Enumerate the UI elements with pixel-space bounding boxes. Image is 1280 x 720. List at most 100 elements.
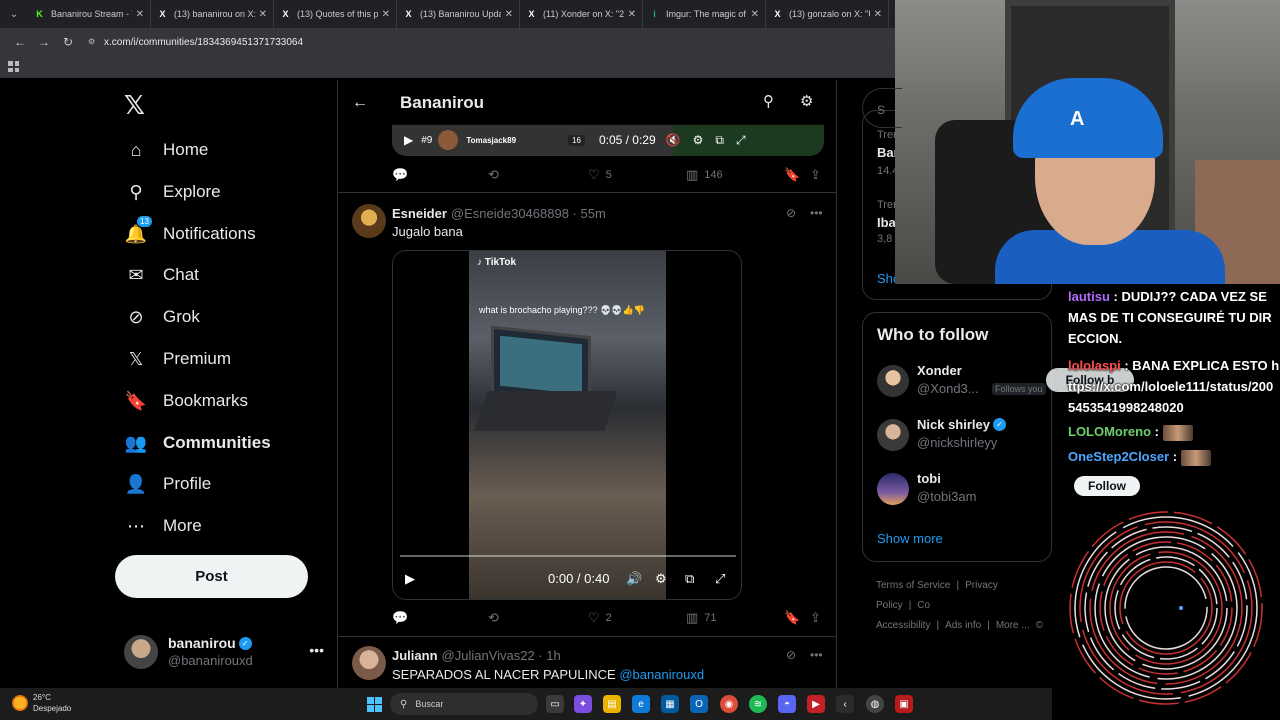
- avatar[interactable]: [352, 204, 386, 238]
- app-icon[interactable]: ▣: [895, 695, 913, 713]
- reply-button[interactable]: 💬: [392, 167, 414, 183]
- app-icon[interactable]: ‹: [836, 695, 854, 713]
- account-switcher[interactable]: bananirou ✓ @bananirouxd •••: [124, 632, 324, 672]
- footer-link[interactable]: Terms of Service: [876, 580, 950, 591]
- sidebar-item-more[interactable]: ⋯ More: [124, 506, 202, 546]
- close-icon[interactable]: ✕: [751, 9, 759, 20]
- more-dots-icon[interactable]: •••: [309, 642, 324, 658]
- pip-icon[interactable]: ⧉: [685, 571, 694, 587]
- chat-username[interactable]: lololaspi: [1068, 358, 1121, 373]
- tweet-author[interactable]: Esneider: [392, 206, 447, 221]
- browser-tab[interactable]: X (13) Quotes of this p ✕: [274, 0, 397, 28]
- mention-link[interactable]: @bananirouxd: [619, 667, 704, 682]
- video-player[interactable]: ♪ TikTok what is brochacho playing??? 💀💀…: [392, 250, 742, 600]
- bookmark-button[interactable]: 🔖: [784, 610, 806, 626]
- follow-suggestion[interactable]: Xonder @Xond3... Follows you: [877, 363, 1053, 403]
- footer-link[interactable]: Ads info: [945, 620, 981, 631]
- close-icon[interactable]: ✕: [382, 9, 390, 20]
- back-arrow-icon[interactable]: ←: [352, 94, 368, 112]
- avatar[interactable]: [877, 419, 909, 451]
- post-button[interactable]: Post: [115, 555, 308, 598]
- tweet-author[interactable]: Juliann: [392, 648, 438, 663]
- volume-icon[interactable]: 🔊: [626, 571, 642, 587]
- footer-link[interactable]: More ...: [996, 620, 1030, 631]
- play-icon[interactable]: ▶: [404, 133, 413, 147]
- fullscreen-icon[interactable]: ⤢: [715, 571, 725, 587]
- bookmark-button[interactable]: 🔖: [784, 167, 806, 183]
- sidebar-item-chat[interactable]: ✉ Chat: [124, 255, 198, 295]
- avatar[interactable]: [877, 473, 909, 505]
- retweet-button[interactable]: ⟲: [488, 610, 505, 626]
- follow-name[interactable]: Nick shirley ✓: [917, 417, 1006, 432]
- x-logo-icon[interactable]: 𝕏: [124, 90, 145, 121]
- share-button[interactable]: ⇪: [810, 167, 827, 183]
- chrome-icon[interactable]: ◉: [720, 695, 738, 713]
- folder-icon[interactable]: ▤: [603, 695, 621, 713]
- footer-link[interactable]: ©: [1036, 620, 1043, 631]
- url-field[interactable]: ⚙ x.com/i/communities/1834369451371733064: [88, 37, 303, 48]
- play-icon[interactable]: ▶: [405, 571, 415, 587]
- share-button[interactable]: ⇪: [810, 610, 827, 626]
- sidebar-item-profile[interactable]: 👤 Profile: [124, 464, 211, 504]
- sidebar-item-notifications[interactable]: 🔔 13 Notifications: [124, 214, 256, 254]
- more-dots-icon[interactable]: •••: [810, 648, 823, 662]
- browser-tab[interactable]: i Imgur: The magic of ✕: [643, 0, 766, 28]
- tweet-handle[interactable]: @JulianVivas22 · 1h: [442, 648, 561, 663]
- taskbar-search[interactable]: ⚲ Buscar: [390, 693, 538, 715]
- follow-suggestion[interactable]: tobi @tobi3am: [877, 471, 1053, 511]
- chat-username[interactable]: OneStep2Closer: [1068, 449, 1169, 464]
- app-icon[interactable]: ▶: [807, 695, 825, 713]
- retweet-button[interactable]: ⟲: [488, 167, 505, 183]
- app-icon[interactable]: ◍: [866, 695, 884, 713]
- follow-button[interactable]: Follow: [1074, 476, 1140, 496]
- weather-widget[interactable]: 26°C Despejado: [12, 692, 71, 714]
- search-icon[interactable]: ⚲: [763, 92, 774, 110]
- windows-start-icon[interactable]: [367, 697, 382, 712]
- footer-link[interactable]: Accessibility: [876, 620, 930, 631]
- sidebar-item-explore[interactable]: ⚲ Explore: [124, 172, 220, 212]
- follow-name[interactable]: Xonder: [917, 363, 962, 378]
- reply-button[interactable]: 💬: [392, 610, 414, 626]
- spotify-icon[interactable]: ≋: [749, 695, 767, 713]
- close-icon[interactable]: ✕: [505, 9, 513, 20]
- views-button[interactable]: ▥ 146: [686, 167, 723, 183]
- close-icon[interactable]: ✕: [628, 9, 636, 20]
- settings-icon[interactable]: ⚙: [655, 571, 667, 587]
- back-icon[interactable]: ←: [8, 35, 32, 49]
- discord-icon[interactable]: ◓: [778, 695, 796, 713]
- grok-icon[interactable]: ⊘: [786, 648, 796, 662]
- more-dots-icon[interactable]: •••: [810, 206, 823, 220]
- browser-tab[interactable]: X (13) Bananirou Updat ✕: [397, 0, 520, 28]
- outlook-icon[interactable]: O: [690, 695, 708, 713]
- chat-username[interactable]: LOLOMoreno: [1068, 424, 1151, 439]
- edge-icon[interactable]: e: [632, 695, 650, 713]
- gear-icon[interactable]: ⚙: [800, 92, 813, 110]
- follow-name[interactable]: tobi: [917, 471, 941, 486]
- browser-tab[interactable]: X (11) Xonder on X: "20 ✕: [520, 0, 643, 28]
- avatar[interactable]: [877, 365, 909, 397]
- sidebar-item-communities[interactable]: 👥 Communities: [124, 423, 271, 463]
- avatar[interactable]: [352, 646, 386, 680]
- fullscreen-icon[interactable]: ⤢: [736, 133, 746, 148]
- like-button[interactable]: ♡ 5: [588, 167, 612, 183]
- video-progress-bar[interactable]: [400, 555, 736, 557]
- tweet-handle[interactable]: @Esneide30468898 · 55m: [451, 206, 606, 221]
- sidebar-item-bookmarks[interactable]: 🔖 Bookmarks: [124, 381, 248, 421]
- browser-tab[interactable]: K Bananirou Stream - V ✕: [28, 0, 151, 28]
- sidebar-item-premium[interactable]: 𝕏 Premium: [124, 339, 231, 379]
- like-button[interactable]: ♡ 2: [588, 610, 612, 626]
- url-text[interactable]: x.com/i/communities/1834369451371733064: [104, 37, 303, 48]
- tab-search-icon[interactable]: ⌄: [0, 0, 28, 28]
- footer-link[interactable]: Co: [917, 600, 930, 611]
- grok-icon[interactable]: ⊘: [786, 206, 796, 220]
- video-player-top[interactable]: ▶ #9 Tomasjack89 16 0:05 / 0:29 🔇 ⚙ ⧉ ⤢: [392, 124, 824, 156]
- sidebar-item-home[interactable]: ⌂ Home: [124, 130, 209, 170]
- follow-suggestion[interactable]: Nick shirley ✓ @nickshirleyy: [877, 417, 1053, 457]
- chat-username[interactable]: lautisu: [1068, 289, 1110, 304]
- apps-grid-icon[interactable]: [8, 61, 19, 72]
- close-icon[interactable]: ✕: [259, 9, 267, 20]
- taskview-icon[interactable]: ▭: [546, 695, 564, 713]
- sidebar-item-grok[interactable]: ⊘ Grok: [124, 297, 199, 337]
- pip-icon[interactable]: ⧉: [715, 133, 724, 148]
- copilot-icon[interactable]: ✦: [574, 695, 592, 713]
